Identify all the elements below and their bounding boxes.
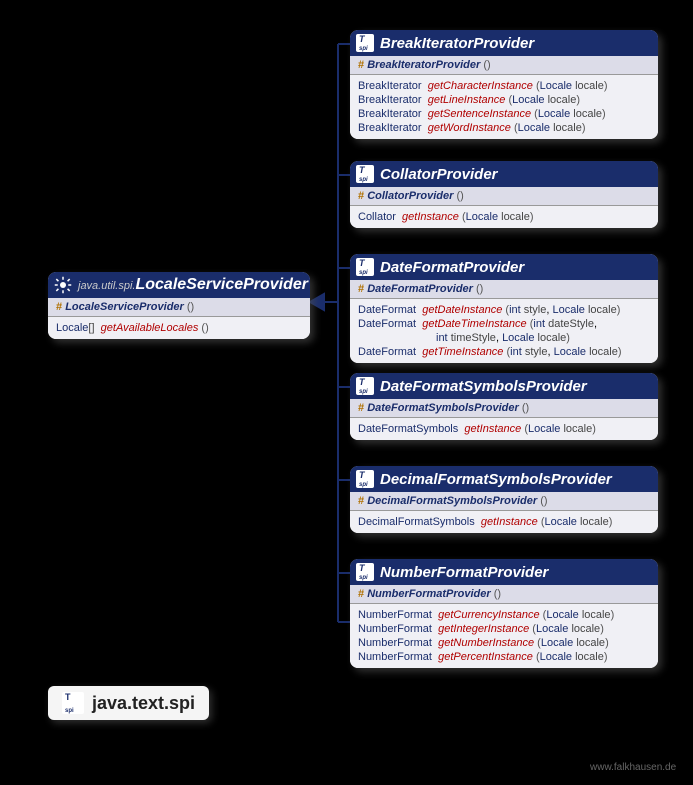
constructor-row: # DateFormatProvider ()	[350, 280, 658, 299]
method-row: BreakIterator getWordInstance (Locale lo…	[358, 121, 650, 135]
class-decimal-format-symbols-provider[interactable]: DecimalFormatSymbolsProvider # DecimalFo…	[350, 466, 658, 533]
method-row: NumberFormat getCurrencyInstance (Locale…	[358, 608, 650, 622]
spi-icon	[356, 377, 374, 395]
method-list: Collator getInstance (Locale locale)	[350, 206, 658, 228]
parent-package: java.util.spi.	[78, 280, 135, 292]
method-row: Locale[] getAvailableLocales ()	[56, 321, 302, 335]
spi-icon	[356, 34, 374, 52]
method-row: NumberFormat getPercentInstance (Locale …	[358, 650, 650, 664]
method-list: DateFormatSymbols getInstance (Locale lo…	[350, 418, 658, 440]
constructor-row: # LocaleServiceProvider ()	[48, 298, 310, 317]
method-row: BreakIterator getLineInstance (Locale lo…	[358, 93, 650, 107]
constructor-row: # DecimalFormatSymbolsProvider ()	[350, 492, 658, 511]
class-header: CollatorProvider	[350, 161, 658, 187]
package-label: java.text.spi	[48, 686, 209, 720]
class-name: DateFormatSymbolsProvider	[380, 378, 587, 395]
class-header: DateFormatProvider	[350, 254, 658, 280]
method-row: DateFormat getDateTimeInstance (int date…	[358, 317, 650, 331]
class-header: DecimalFormatSymbolsProvider	[350, 466, 658, 492]
class-name: BreakIteratorProvider	[380, 35, 534, 52]
class-name: DateFormatProvider	[380, 259, 524, 276]
spi-icon	[356, 165, 374, 183]
package-name: java.text.spi	[92, 693, 195, 714]
method-list: DateFormat getDateInstance (int style, L…	[350, 299, 658, 363]
class-date-format-symbols-provider[interactable]: DateFormatSymbolsProvider # DateFormatSy…	[350, 373, 658, 440]
method-row-cont: int timeStyle, Locale locale)	[358, 331, 650, 345]
class-date-format-provider[interactable]: DateFormatProvider # DateFormatProvider …	[350, 254, 658, 363]
class-header: NumberFormatProvider	[350, 559, 658, 585]
constructor-row: # BreakIteratorProvider ()	[350, 56, 658, 75]
class-header: java.util.spi.LocaleServiceProvider	[48, 272, 310, 298]
method-row: Collator getInstance (Locale locale)	[358, 210, 650, 224]
watermark: www.falkhausen.de	[590, 762, 676, 773]
class-break-iterator-provider[interactable]: BreakIteratorProvider # BreakIteratorPro…	[350, 30, 658, 139]
constructor-row: # NumberFormatProvider ()	[350, 585, 658, 604]
gear-icon	[54, 276, 72, 294]
constructor-row: # DateFormatSymbolsProvider ()	[350, 399, 658, 418]
method-row: NumberFormat getNumberInstance (Locale l…	[358, 636, 650, 650]
method-row: BreakIterator getSentenceInstance (Local…	[358, 107, 650, 121]
method-row: NumberFormat getIntegerInstance (Locale …	[358, 622, 650, 636]
spi-icon	[62, 692, 84, 714]
spi-icon	[356, 470, 374, 488]
spi-icon	[356, 563, 374, 581]
parent-class-name: LocaleServiceProvider	[135, 276, 308, 293]
method-list: NumberFormat getCurrencyInstance (Locale…	[350, 604, 658, 668]
class-name: CollatorProvider	[380, 166, 498, 183]
class-name: DecimalFormatSymbolsProvider	[380, 471, 612, 488]
method-list: BreakIterator getCharacterInstance (Loca…	[350, 75, 658, 139]
class-header: BreakIteratorProvider	[350, 30, 658, 56]
class-number-format-provider[interactable]: NumberFormatProvider # NumberFormatProvi…	[350, 559, 658, 668]
method-row: DateFormat getTimeInstance (int style, L…	[358, 345, 650, 359]
method-list: DecimalFormatSymbols getInstance (Locale…	[350, 511, 658, 533]
method-row: DecimalFormatSymbols getInstance (Locale…	[358, 515, 650, 529]
method-list: Locale[] getAvailableLocales ()	[48, 317, 310, 339]
class-locale-service-provider[interactable]: java.util.spi.LocaleServiceProvider # Lo…	[48, 272, 310, 339]
constructor-row: # CollatorProvider ()	[350, 187, 658, 206]
class-name: NumberFormatProvider	[380, 564, 548, 581]
class-header: DateFormatSymbolsProvider	[350, 373, 658, 399]
method-row: DateFormat getDateInstance (int style, L…	[358, 303, 650, 317]
method-row: BreakIterator getCharacterInstance (Loca…	[358, 79, 650, 93]
class-collator-provider[interactable]: CollatorProvider # CollatorProvider () C…	[350, 161, 658, 228]
spi-icon	[356, 258, 374, 276]
method-row: DateFormatSymbols getInstance (Locale lo…	[358, 422, 650, 436]
